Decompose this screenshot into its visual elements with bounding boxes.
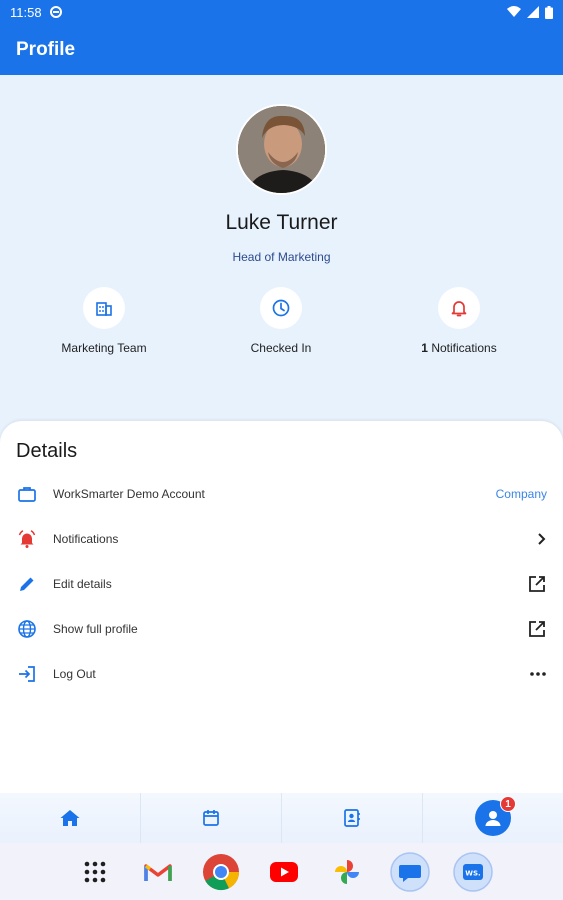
stat-notifications[interactable]: 1 Notifications: [384, 287, 534, 355]
notifications-text: Notifications: [431, 341, 497, 355]
more-horizontal-icon[interactable]: [529, 671, 547, 677]
company-link[interactable]: Company: [496, 487, 547, 501]
status-bar: 11:58: [0, 0, 563, 24]
stat-notifications-circle: [438, 287, 480, 329]
bell-icon: [451, 301, 467, 317]
alarm-bell-icon: [16, 528, 38, 550]
contacts-icon: [344, 809, 360, 827]
stat-notifications-label: 1 Notifications: [384, 341, 534, 355]
nav-profile[interactable]: 1: [423, 793, 563, 843]
stat-checked-in-label: Checked In: [250, 341, 312, 355]
open-external-icon[interactable]: [527, 574, 547, 594]
detail-row-logout[interactable]: Log Out: [0, 654, 563, 694]
detail-row-logout-label: Log Out: [53, 667, 96, 681]
detail-row-full-profile-label: Show full profile: [53, 622, 138, 636]
clock-time: 11:58: [10, 4, 42, 20]
profile-icon: 1: [475, 796, 516, 836]
open-external-icon[interactable]: [527, 619, 547, 639]
company-link-text: Company: [495, 487, 547, 501]
details-title: Details: [16, 440, 78, 462]
stat-checked-in[interactable]: Checked In: [206, 287, 356, 355]
profile-role: Head of Marketing: [232, 250, 331, 264]
profile-notification-badge: 1: [500, 796, 516, 812]
profile-name: Luke Turner: [225, 211, 338, 234]
detail-row-edit[interactable]: Edit details: [0, 564, 563, 604]
stat-team-circle: [83, 287, 125, 329]
home-icon: [60, 810, 80, 826]
stat-checked-in-circle: [260, 287, 302, 329]
battery-icon: [545, 5, 553, 19]
app-bar: Profile: [0, 24, 563, 75]
page-title: Profile: [16, 38, 76, 60]
stat-team[interactable]: Marketing Team: [29, 287, 179, 355]
nav-contacts[interactable]: [282, 793, 423, 843]
chrome-icon[interactable]: [201, 852, 241, 892]
worksmarter-icon[interactable]: WS.: [452, 851, 493, 892]
signal-icon: [527, 6, 539, 18]
logout-icon: [16, 663, 38, 685]
building-icon: [96, 302, 112, 316]
detail-row-notifications-label: Notifications: [53, 532, 119, 546]
detail-row-full-profile[interactable]: Show full profile: [0, 609, 563, 649]
stat-team-label: Marketing Team: [61, 341, 147, 355]
chevron-right-icon[interactable]: [535, 532, 547, 546]
pencil-icon: [16, 573, 38, 595]
details-card: Details WorkSmarter Demo Account Company…: [0, 421, 563, 793]
nav-calendar[interactable]: [141, 793, 282, 843]
detail-row-edit-label: Edit details: [53, 577, 112, 591]
bottom-nav: 1: [0, 793, 563, 843]
photos-icon[interactable]: [327, 852, 367, 892]
worksmarter-logo-text: WS.: [465, 869, 480, 877]
app-dock: WS.: [0, 843, 563, 900]
avatar-photo: [238, 106, 325, 193]
messages-icon[interactable]: [389, 851, 430, 892]
calendar-icon: [203, 810, 219, 826]
youtube-icon[interactable]: [264, 852, 304, 892]
notifications-count: 1: [421, 341, 428, 355]
avatar[interactable]: [236, 104, 327, 195]
nav-home[interactable]: [0, 793, 141, 843]
detail-row-company-label: WorkSmarter Demo Account: [53, 487, 205, 501]
wifi-icon: [507, 6, 521, 17]
detail-row-company[interactable]: WorkSmarter Demo Account Company: [0, 474, 563, 514]
app-grid-icon[interactable]: [75, 852, 115, 892]
dnd-icon: [49, 6, 62, 18]
detail-row-notifications[interactable]: Notifications: [0, 519, 563, 559]
globe-icon: [16, 618, 38, 640]
briefcase-icon: [16, 483, 38, 505]
gmail-icon[interactable]: [138, 852, 178, 892]
clock-icon: [272, 299, 290, 317]
profile-header: Luke Turner Head of Marketing Marketing …: [0, 75, 563, 435]
